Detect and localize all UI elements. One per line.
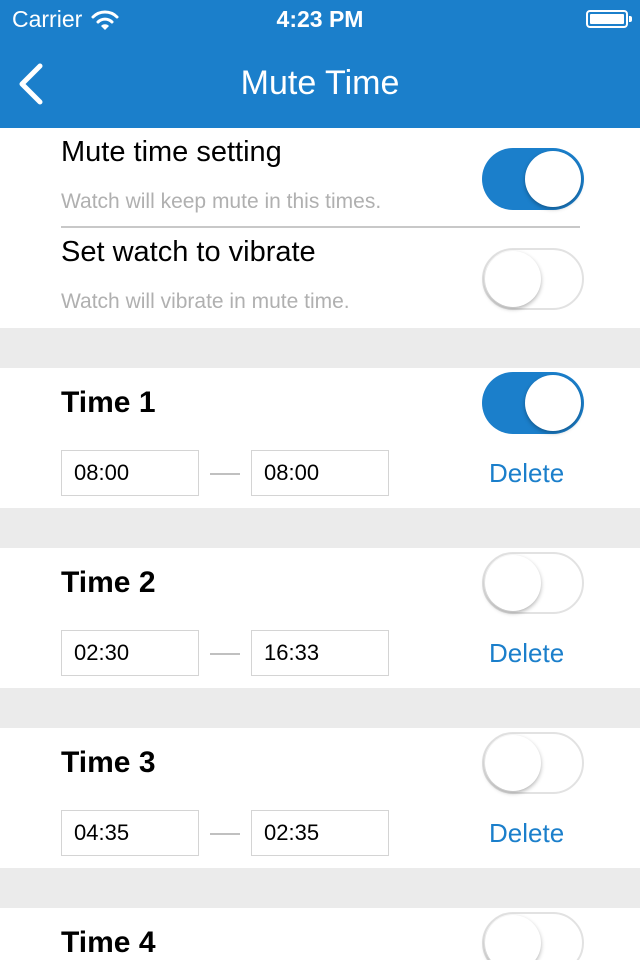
time-title: Time 4 — [61, 926, 156, 959]
section-separator — [0, 328, 640, 368]
time-2-toggle[interactable] — [482, 552, 584, 614]
toggle-knob — [485, 915, 541, 960]
end-time-field[interactable]: 08:00 — [251, 450, 389, 496]
settings-section: Mute time setting Watch will keep mute i… — [0, 128, 640, 328]
time-title: Time 2 — [61, 566, 156, 599]
range-dash — [210, 473, 240, 475]
navigation-bar: Carrier 4:23 PM Mute Time — [0, 0, 640, 128]
delete-button[interactable]: Delete — [489, 638, 564, 669]
battery-icon — [586, 10, 632, 28]
time-block-1: Time 1 08:00 08:00 Delete — [0, 368, 640, 508]
delete-button[interactable]: Delete — [489, 818, 564, 849]
section-separator — [0, 688, 640, 728]
mute-setting-desc: Watch will keep mute in this times. — [61, 190, 382, 213]
status-time: 4:23 PM — [276, 6, 364, 32]
start-time-field[interactable]: 04:35 — [61, 810, 199, 856]
divider — [61, 226, 580, 228]
range-dash — [210, 833, 240, 835]
toggle-knob — [525, 375, 581, 431]
end-time-field[interactable]: 16:33 — [251, 630, 389, 676]
time-block-2: Time 2 02:30 16:33 Delete — [0, 548, 640, 688]
time-4-toggle[interactable] — [482, 912, 584, 960]
end-time-field[interactable]: 02:35 — [251, 810, 389, 856]
section-separator — [0, 868, 640, 908]
toggle-knob — [485, 555, 541, 611]
time-title: Time 3 — [61, 746, 156, 779]
section-separator — [0, 508, 640, 548]
delete-button[interactable]: Delete — [489, 458, 564, 489]
mute-setting-toggle[interactable] — [482, 148, 584, 210]
vibrate-setting-label: Set watch to vibrate — [61, 236, 316, 268]
time-block-4: Time 4 — [0, 908, 640, 960]
mute-setting-label: Mute time setting — [61, 136, 282, 168]
start-time-field[interactable]: 02:30 — [61, 630, 199, 676]
toggle-knob — [525, 151, 581, 207]
vibrate-setting-desc: Watch will vibrate in mute time. — [61, 290, 350, 313]
vibrate-setting-toggle[interactable] — [482, 248, 584, 310]
toggle-knob — [485, 735, 541, 791]
time-title: Time 1 — [61, 386, 156, 419]
time-1-toggle[interactable] — [482, 372, 584, 434]
page-title: Mute Time — [240, 64, 400, 102]
start-time-field[interactable]: 08:00 — [61, 450, 199, 496]
time-block-3: Time 3 04:35 02:35 Delete — [0, 728, 640, 868]
toggle-knob — [485, 251, 541, 307]
range-dash — [210, 653, 240, 655]
time-3-toggle[interactable] — [482, 732, 584, 794]
